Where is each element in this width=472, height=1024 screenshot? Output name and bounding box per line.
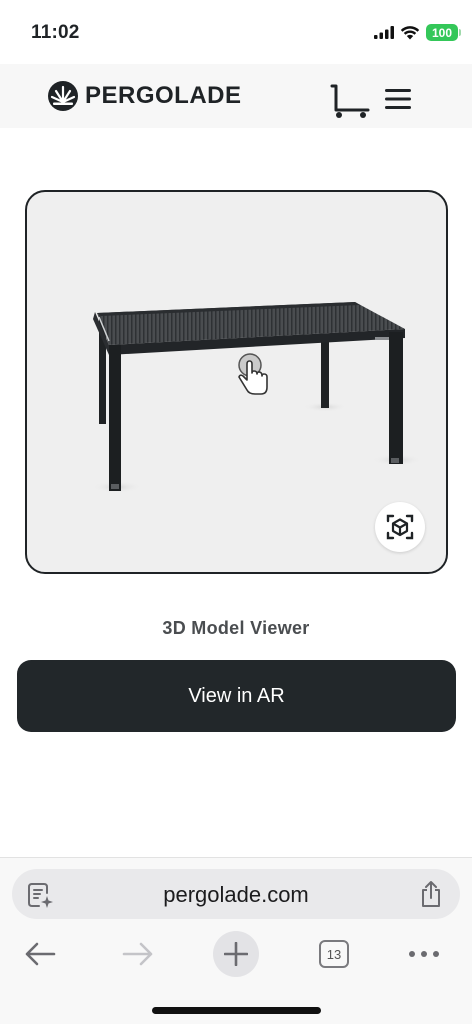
browser-toolbar: pergolade.com 13 (0, 857, 472, 1024)
forward-button[interactable] (118, 932, 158, 976)
tabs-button[interactable]: 13 (317, 932, 351, 976)
page: 11:02 100 PERGOLADE 3D Model Viewer View… (0, 0, 472, 1024)
battery-icon: 100 (426, 24, 461, 41)
site-header: PERGOLADE (0, 64, 472, 128)
view-in-ar-button[interactable]: View in AR (17, 660, 456, 732)
brand-logo[interactable]: PERGOLADE (47, 80, 242, 112)
hand-pointer-icon (238, 353, 268, 395)
model-viewer[interactable] (25, 190, 448, 574)
signal-icon (374, 26, 394, 39)
hamburger-menu-icon[interactable] (385, 88, 411, 110)
plus-icon (224, 942, 248, 966)
ar-toggle-button[interactable] (375, 502, 425, 552)
cart-icon[interactable] (330, 82, 370, 120)
battery-level: 100 (431, 25, 453, 40)
wifi-icon (400, 26, 420, 40)
address-bar[interactable]: pergolade.com (12, 869, 460, 919)
url-text: pergolade.com (163, 882, 309, 907)
brand-name: PERGOLADE (85, 82, 242, 109)
forward-arrow-icon (122, 942, 153, 966)
tab-count: 13 (326, 946, 342, 962)
ar-cube-icon (386, 514, 414, 540)
back-arrow-icon (25, 942, 56, 966)
status-time: 11:02 (31, 22, 80, 43)
back-button[interactable] (20, 932, 60, 976)
more-button[interactable] (404, 932, 444, 976)
status-icons: 100 (374, 24, 461, 41)
logo-icon (48, 81, 78, 111)
home-indicator[interactable] (152, 1007, 321, 1014)
status-bar: 11:02 100 (0, 0, 472, 64)
viewer-title: 3D Model Viewer (162, 618, 310, 638)
more-icon (409, 951, 439, 957)
tabs-icon: 13 (319, 940, 349, 968)
share-icon[interactable] (420, 880, 442, 908)
new-tab-button[interactable] (213, 931, 259, 977)
